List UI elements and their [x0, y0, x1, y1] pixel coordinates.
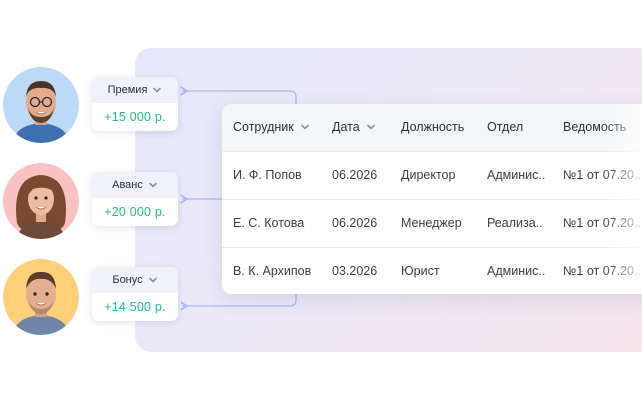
payment-amount: +20 000 р.: [104, 205, 166, 219]
column-header-label: Дата: [332, 120, 360, 135]
cell-employee: Е. С. Котова: [233, 216, 305, 230]
payment-type-dropdown[interactable]: Бонус: [92, 267, 178, 293]
table-row[interactable]: В. К. Архипов 03.2026 Юрист Админис.. №1…: [222, 247, 642, 294]
column-header-employee[interactable]: Сотрудник: [222, 104, 332, 151]
cell-date: 03.2026: [332, 264, 378, 279]
payment-type-label: Премия: [107, 84, 148, 96]
cell-department: Реализа..: [487, 216, 543, 230]
table-row[interactable]: И. Ф. Попов 06.2026 Директор Админис.. №…: [222, 151, 642, 199]
cell-statement: №1 от 07.20..: [563, 168, 641, 182]
chevron-down-icon: [300, 124, 309, 130]
cell-employee: В. К. Архипов: [233, 264, 312, 279]
avatar-3: [3, 259, 79, 335]
column-header-date[interactable]: Дата: [332, 104, 401, 151]
table-row[interactable]: Е. С. Котова 06.2026 Менеджер Реализа.. …: [222, 199, 642, 247]
column-header-label: Должность: [401, 120, 465, 135]
chevron-down-icon: [366, 124, 375, 130]
payment-card-bonus-2: Бонус +14 500 р.: [92, 267, 178, 321]
cell-statement: №1 от 07.20..: [563, 216, 641, 230]
avatar-2: [3, 163, 79, 239]
column-header-statement: Ведомость: [563, 104, 642, 151]
table-header-row: Сотрудник Дата Должность Отдел Ведомость: [222, 104, 642, 151]
payment-card-advance: Аванс +20 000 р.: [92, 172, 178, 226]
chevron-down-icon: [149, 182, 157, 188]
payment-type-dropdown[interactable]: Премия: [92, 77, 178, 103]
cell-date: 06.2026: [332, 216, 378, 230]
avatar-1: [3, 67, 79, 143]
cell-department: Админис..: [487, 264, 546, 279]
payment-amount: +14 500 р.: [104, 300, 166, 314]
cell-position: Юрист: [401, 264, 440, 279]
chevron-down-icon: [153, 87, 162, 93]
payment-type-label: Бонус: [112, 274, 143, 286]
cell-date: 06.2026: [332, 168, 378, 182]
employees-table: Сотрудник Дата Должность Отдел Ведомость…: [222, 104, 642, 294]
cell-department: Админис..: [487, 168, 546, 182]
column-header-label: Отдел: [487, 120, 524, 135]
cell-position: Менеджер: [401, 216, 462, 230]
column-header-label: Сотрудник: [233, 120, 294, 135]
chevron-down-icon: [148, 277, 157, 283]
cell-employee: И. Ф. Попов: [233, 168, 302, 182]
column-header-label: Ведомость: [563, 120, 627, 135]
cell-statement: №1 от 07.20..: [563, 264, 641, 279]
column-header-position: Должность: [401, 104, 487, 151]
payment-amount: +15 000 р.: [104, 110, 166, 124]
payment-card-bonus: Премия +15 000 р.: [92, 77, 178, 131]
payment-type-label: Аванс: [112, 179, 143, 191]
employees-table-card: Сотрудник Дата Должность Отдел Ведомость…: [222, 104, 642, 294]
column-header-department: Отдел: [487, 104, 563, 151]
cell-position: Директор: [401, 168, 456, 182]
payment-type-dropdown[interactable]: Аванс: [92, 172, 178, 198]
